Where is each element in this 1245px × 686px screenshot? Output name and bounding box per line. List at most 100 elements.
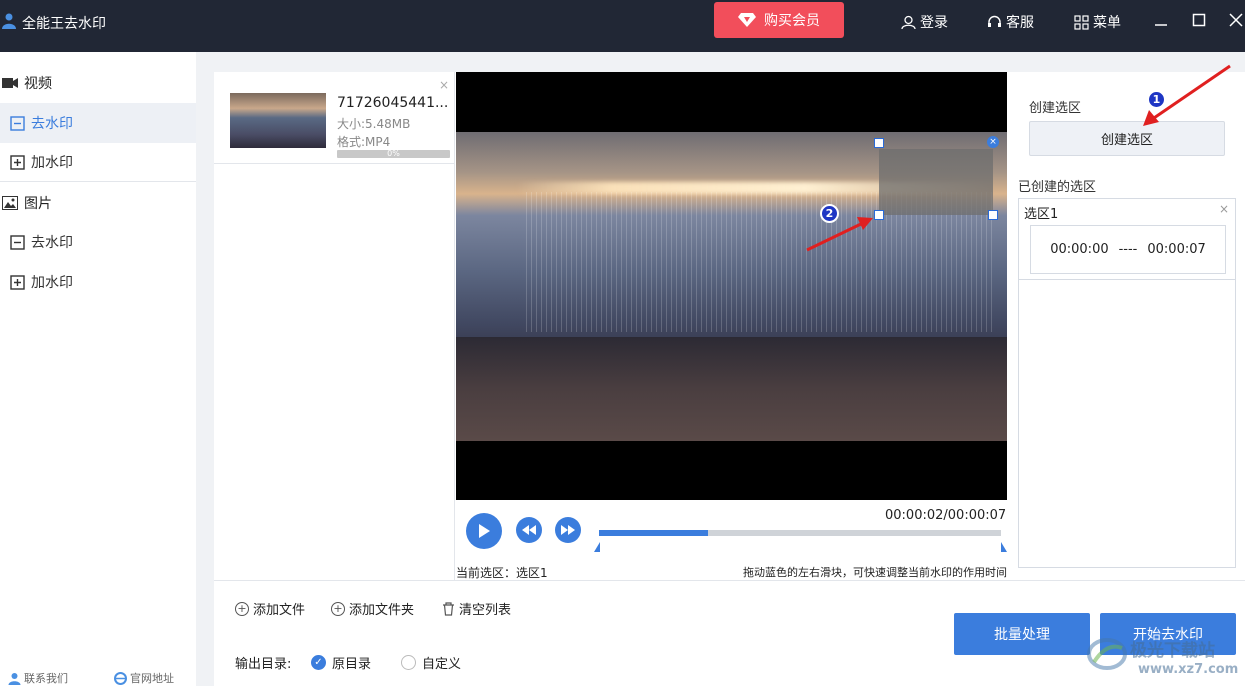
total-time: 00:00:07 [947,508,1007,523]
buy-vip-button[interactable]: 购买会员 [714,2,844,38]
close-icon [1229,13,1243,27]
website-link[interactable]: 官网地址 [114,670,174,686]
batch-process-button[interactable]: 批量处理 [954,613,1090,655]
maximize-icon [1192,13,1206,27]
play-icon [479,524,490,538]
sidebar-item-image-add-watermark[interactable]: 加水印 [0,262,196,302]
clear-list-button[interactable]: 清空列表 [442,599,511,618]
contact-us-label: 联系我们 [24,672,68,685]
radio-empty-icon [401,655,416,670]
plus-square-icon [10,154,25,170]
workspace: 71726045441... 大小:5.48MB 格式:MP4 0% × × 2 [214,72,1245,686]
region-time-range: 00:00:00 ---- 00:00:07 [1030,225,1226,274]
headset-icon [988,15,1001,27]
app-title: 全能王去水印 [22,16,106,32]
grid-icon [1074,14,1089,30]
maximize-button[interactable] [1189,10,1209,30]
sidebar-section-image: 图片 [0,183,196,223]
created-regions-label: 已创建的选区 [1018,180,1097,195]
video-camera-icon [2,78,18,88]
video-preview[interactable]: × 2 [456,72,1007,500]
selection-handle-top-left[interactable] [874,138,884,148]
minimize-button[interactable] [1151,10,1171,30]
rewind-icon [522,525,536,535]
file-format: 格式:MP4 [337,135,391,149]
sidebar-item-label: 去水印 [31,235,73,251]
sidebar-section-video-label: 视频 [24,76,52,92]
add-folder-button[interactable]: + 添加文件夹 [331,599,414,618]
video-frame: × 2 [456,132,1007,441]
selection-close-button[interactable]: × [987,136,999,148]
minus-square-icon [10,115,25,131]
add-file-button[interactable]: + 添加文件 [235,599,305,618]
contact-icon [8,672,21,685]
title-bar: 全能王去水印 购买会员 登录 客服 菜单 [0,0,1245,52]
player-controls: 00:00:02/00:00:07 当前选区：选区1 拖动蓝色的左右滑块，可快速… [456,500,1007,580]
customer-service-label: 客服 [1006,15,1034,31]
trash-icon [443,601,454,616]
sidebar-item-label: 加水印 [31,155,73,171]
checkmark-icon: ✓ [311,655,326,670]
site-watermark: 极光下载站 www.xz7.com [1086,632,1245,686]
file-list-item[interactable]: 71726045441... 大小:5.48MB 格式:MP4 0% × [214,72,455,164]
remove-file-button[interactable]: × [439,78,449,92]
sidebar: 视频 去水印 加水印 图片 去水印 加水印 联系我们 官网地址 [0,52,196,686]
fast-forward-button[interactable] [555,517,581,543]
selection-handle-bottom-left[interactable] [874,210,884,220]
sidebar-item-image-remove-watermark[interactable]: 去水印 [0,222,196,262]
sidebar-section-video: 视频 [0,63,196,103]
output-custom-label: 自定义 [422,657,462,672]
output-original-radio[interactable]: ✓ 原目录 [311,653,371,672]
region-end-time: 00:00:07 [1147,242,1206,257]
time-readout: 00:00:02/00:00:07 [885,508,1006,523]
menu-button[interactable]: 菜单 [1074,12,1121,32]
delete-region-button[interactable]: × [1219,202,1229,216]
customer-service-button[interactable]: 客服 [987,12,1034,32]
buy-vip-label: 购买会员 [764,13,820,29]
created-regions-list: 选区1 × 00:00:00 ---- 00:00:07 [1018,198,1236,568]
rewind-button[interactable] [516,517,542,543]
region-time-separator: ---- [1118,242,1138,257]
menu-label: 菜单 [1093,15,1121,31]
add-folder-label: 添加文件夹 [349,603,415,618]
file-progress-bar: 0% [337,150,450,158]
range-slider-left[interactable] [594,542,600,552]
watermark-url: www.xz7.com [1138,662,1239,677]
app-logo-icon [2,13,16,29]
file-list: 71726045441... 大小:5.48MB 格式:MP4 0% × [214,72,455,580]
file-name: 71726045441... [337,95,449,111]
sidebar-item-video-remove-watermark[interactable]: 去水印 [0,103,196,143]
login-button[interactable]: 登录 [901,12,948,32]
timeline-track[interactable] [599,530,1001,536]
browser-icon [114,671,127,685]
create-region-label: 创建选区 [1029,101,1082,116]
region-start-time: 00:00:00 [1050,242,1109,257]
create-region-button[interactable]: 创建选区 [1029,121,1225,156]
sidebar-item-label: 去水印 [31,116,73,132]
close-window-button[interactable] [1226,10,1245,30]
plus-square-icon [10,274,25,290]
region-name: 选区1 [1024,207,1059,222]
watermark-selection-box[interactable] [879,149,993,215]
clear-list-label: 清空列表 [459,603,512,618]
output-custom-radio[interactable]: 自定义 [401,653,461,672]
sidebar-item-video-add-watermark[interactable]: 加水印 [0,142,196,182]
play-button[interactable] [466,513,502,549]
contact-us-link[interactable]: 联系我们 [8,670,68,686]
selection-handle-bottom-right[interactable] [988,210,998,220]
region-panel: 创建选区 创建选区 1 已创建的选区 选区1 × 00:00:00 ---- 0… [1007,72,1245,580]
frame-crowd [456,337,1007,441]
current-selection-label: 当前选区：选区1 [456,566,548,580]
output-directory-label: 输出目录: [235,657,292,672]
fast-forward-icon [561,525,575,535]
video-thumbnail [230,93,326,148]
annotation-badge-1: 1 [1147,90,1166,109]
region-card[interactable]: 选区1 × 00:00:00 ---- 00:00:07 [1019,199,1235,280]
site-logo-icon [1087,638,1127,670]
minus-square-icon [10,234,25,250]
add-file-label: 添加文件 [253,603,306,618]
diamond-icon [738,13,756,27]
output-original-label: 原目录 [332,657,372,672]
user-icon [901,15,916,29]
slider-hint: 拖动蓝色的左右滑块，可快速调整当前水印的作用时间 [743,566,1007,579]
